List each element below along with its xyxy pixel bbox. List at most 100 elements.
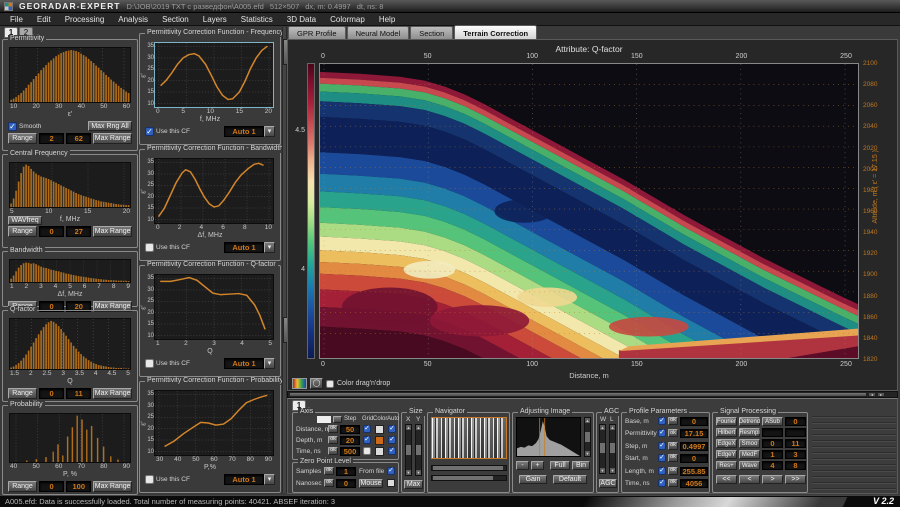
- slider-down-arrow[interactable]: ▼: [416, 470, 421, 475]
- param-value[interactable]: 4056: [680, 479, 708, 488]
- combo-value[interactable]: Auto 1: [224, 474, 264, 485]
- size-slider-y[interactable]: ▲▼: [415, 424, 422, 476]
- scroll-right-button[interactable]: ▸: [877, 392, 885, 397]
- menu-section[interactable]: Section: [156, 14, 195, 25]
- slider-thumb[interactable]: [600, 443, 605, 453]
- menu-statistics[interactable]: Statistics: [235, 14, 279, 25]
- menu-file[interactable]: File: [4, 14, 29, 25]
- sp-asub[interactable]: ASub: [762, 417, 783, 426]
- range-high-value[interactable]: 100: [66, 481, 91, 492]
- wavfreq-button[interactable]: WAVfreq: [8, 216, 42, 225]
- menu-help[interactable]: Help: [373, 14, 401, 25]
- sp-wave[interactable]: Wave: [739, 461, 760, 470]
- menu-colormap[interactable]: Colormap: [324, 14, 371, 25]
- sp-value[interactable]: 11: [785, 439, 806, 448]
- param-checkbox[interactable]: ✓: [658, 417, 666, 425]
- nanosec-value[interactable]: 0: [336, 479, 356, 488]
- combo-arrow[interactable]: ▾: [264, 126, 275, 137]
- range-button[interactable]: Range: [8, 133, 37, 144]
- sp-value[interactable]: [785, 428, 806, 437]
- combo-value[interactable]: Auto 1: [224, 242, 264, 253]
- samples-value[interactable]: 1: [336, 467, 356, 476]
- slider-thumb[interactable]: [416, 445, 421, 455]
- color-swatch[interactable]: [375, 425, 384, 434]
- param-value[interactable]: 255.85: [680, 467, 708, 476]
- param-value[interactable]: 0: [680, 454, 708, 463]
- ok-button[interactable]: ok: [668, 467, 678, 475]
- use-cf-checkbox[interactable]: [145, 243, 154, 252]
- sp-value[interactable]: 1: [762, 450, 783, 459]
- combo-arrow[interactable]: ▾: [264, 474, 275, 485]
- zero-extra-toggle[interactable]: [387, 479, 395, 487]
- from-file-checkbox[interactable]: ✓: [387, 467, 395, 475]
- use-cf-checkbox[interactable]: ✓: [145, 127, 154, 136]
- sp-value[interactable]: 0: [762, 439, 783, 448]
- range-high-value[interactable]: 11: [66, 388, 91, 399]
- sp-hilbert[interactable]: Hilbert: [716, 428, 737, 437]
- scrollbar-thumb[interactable]: [289, 392, 867, 397]
- default-button[interactable]: Default: [553, 475, 587, 484]
- step-value[interactable]: 50: [340, 425, 360, 434]
- range-low-value[interactable]: 0: [39, 481, 64, 492]
- menu-layers[interactable]: Layers: [197, 14, 233, 25]
- sp-resmpl[interactable]: Resmpl: [739, 428, 760, 437]
- combo-arrow[interactable]: ▾: [264, 242, 275, 253]
- slider-up-arrow[interactable]: ▲: [585, 418, 590, 423]
- max-range-button[interactable]: Max Range: [93, 481, 132, 492]
- slider-up-arrow[interactable]: ▲: [610, 425, 615, 430]
- sp-edgex[interactable]: EdgeX: [716, 439, 737, 448]
- combo-arrow[interactable]: ▾: [264, 358, 275, 369]
- range-low-value[interactable]: 2: [39, 133, 64, 144]
- ok-button[interactable]: ok: [328, 425, 338, 433]
- tab-section[interactable]: Section: [410, 26, 453, 39]
- param-checkbox[interactable]: ✓: [658, 442, 666, 450]
- max-range-button[interactable]: Max Range: [93, 226, 132, 237]
- ok-button[interactable]: ok: [668, 417, 678, 425]
- range-low-value[interactable]: 0: [39, 226, 64, 237]
- ok-button[interactable]: ok: [324, 467, 334, 475]
- grid-checkbox[interactable]: [363, 447, 371, 455]
- menu-processing[interactable]: Processing: [59, 14, 111, 25]
- combo-value[interactable]: Auto 1: [224, 358, 264, 369]
- range-button[interactable]: Range: [8, 388, 37, 399]
- slider-down-arrow[interactable]: ▼: [610, 468, 615, 473]
- tab-neural-model[interactable]: Neural Model: [347, 26, 410, 39]
- step-value[interactable]: 20: [340, 436, 360, 445]
- tab-terrain-correction[interactable]: Terrain Correction: [454, 25, 537, 39]
- sp-nav-1[interactable]: <: [739, 475, 760, 484]
- use-cf-checkbox[interactable]: [145, 359, 154, 368]
- range-low-value[interactable]: 0: [39, 388, 64, 399]
- scrollbar-thumb[interactable]: [433, 466, 503, 470]
- ok-button[interactable]: ok: [668, 429, 678, 437]
- menu-3d-data[interactable]: 3D Data: [281, 14, 322, 25]
- scroll-left-button[interactable]: ◂: [868, 392, 876, 397]
- sp-value[interactable]: 0: [785, 417, 806, 426]
- sp-nav-3[interactable]: >>: [785, 475, 806, 484]
- adjust-scrollbar[interactable]: ▲▼: [584, 417, 591, 457]
- minus-button[interactable]: -: [516, 461, 529, 470]
- axis-header-button[interactable]: [333, 416, 342, 423]
- sp-value[interactable]: 3: [785, 450, 806, 459]
- range-high-value[interactable]: 62: [66, 133, 91, 144]
- plus-button[interactable]: +: [531, 461, 544, 470]
- sp-res[interactable]: Res+: [716, 461, 737, 470]
- step-value[interactable]: 500: [340, 447, 360, 456]
- max-range-button[interactable]: Max Range: [93, 388, 132, 399]
- param-value[interactable]: 0.4997: [680, 442, 708, 451]
- sp-edgey[interactable]: EdgeY: [716, 450, 737, 459]
- navigator-scrollbar-1[interactable]: [431, 465, 507, 471]
- agc-button[interactable]: AGC: [599, 479, 617, 488]
- param-checkbox[interactable]: ✓: [658, 429, 666, 437]
- slider-thumb[interactable]: [585, 432, 590, 442]
- auto-checkbox[interactable]: ✓: [388, 447, 396, 455]
- ok-button[interactable]: ok: [328, 436, 338, 444]
- slider-up-arrow[interactable]: ▲: [406, 425, 411, 430]
- colorbar[interactable]: [307, 63, 315, 359]
- color-swatch[interactable]: [375, 447, 384, 456]
- sp-value[interactable]: 4: [762, 461, 783, 470]
- ok-button[interactable]: ok: [668, 479, 678, 487]
- colormap-button[interactable]: [292, 378, 307, 389]
- param-checkbox[interactable]: ✓: [658, 479, 666, 487]
- sp-nav-2[interactable]: >: [762, 475, 783, 484]
- param-value[interactable]: 17.15: [680, 429, 708, 438]
